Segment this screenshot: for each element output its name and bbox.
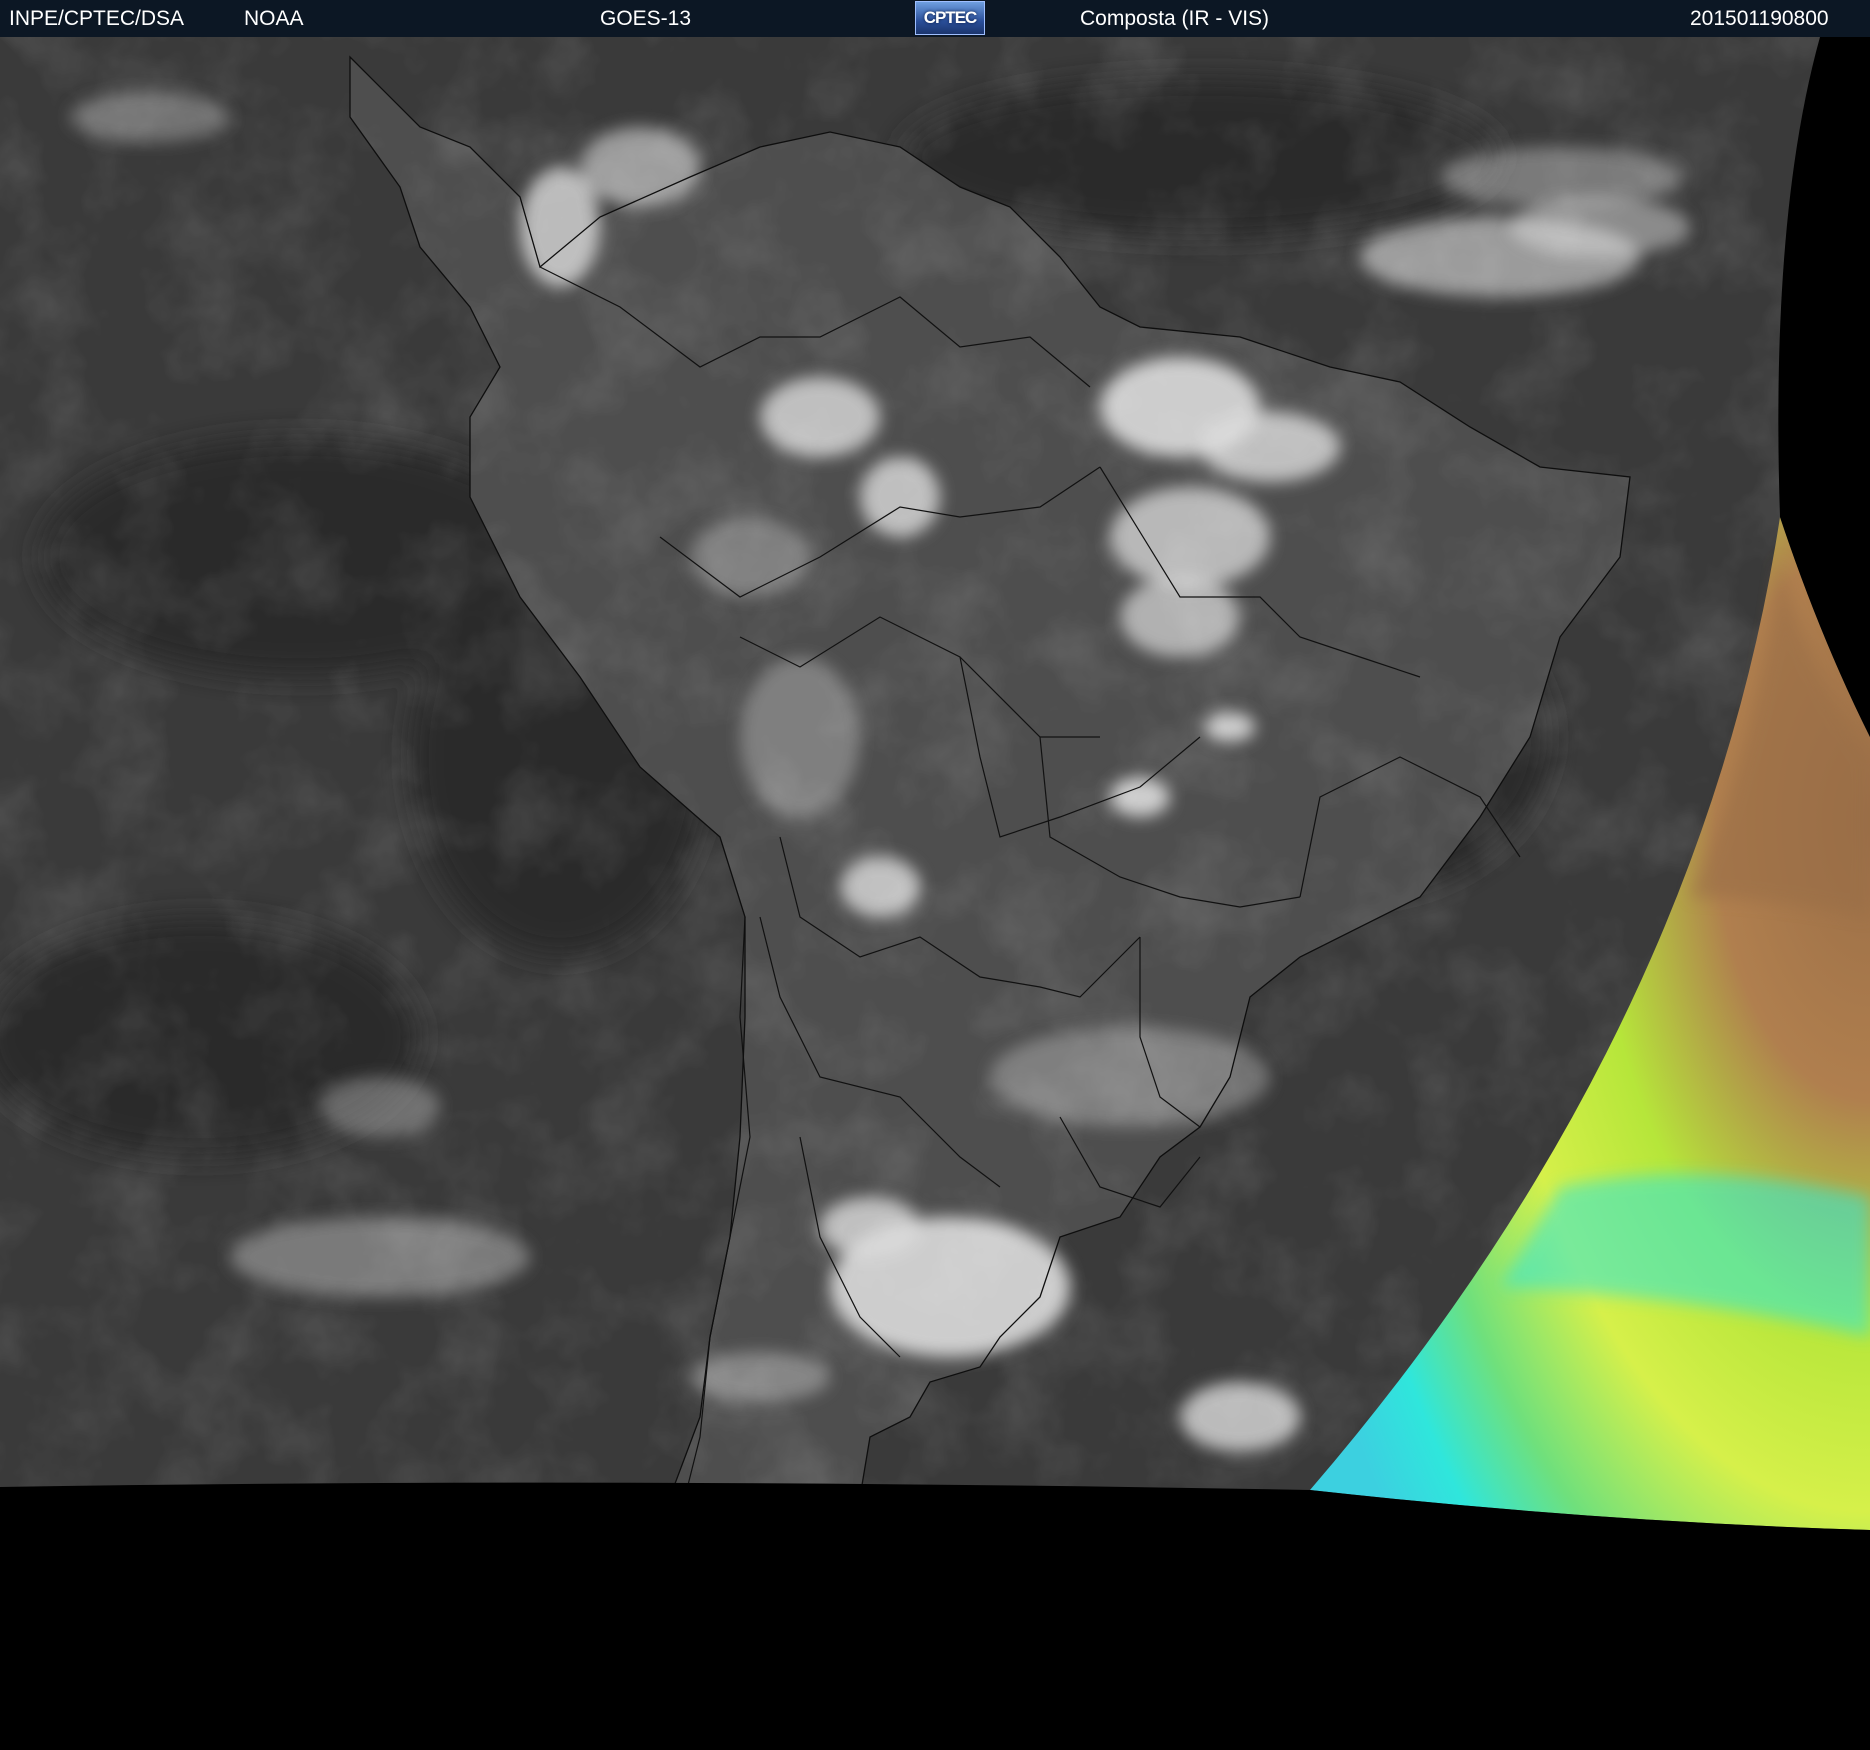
image-header-bar: INPE/CPTEC/DSA NOAA GOES-13 CPTEC Compos… [0, 0, 1870, 37]
timestamp-label: 201501190800 [1690, 7, 1829, 30]
space-bottom [0, 1482, 1870, 1750]
source-label: INPE/CPTEC/DSA [9, 7, 185, 30]
product-label: Composta (IR - VIS) [1080, 7, 1270, 30]
satellite-label: GOES-13 [600, 7, 692, 30]
satellite-composite-image [0, 37, 1870, 1750]
cptec-logo-icon: CPTEC [915, 1, 985, 35]
agency-label: NOAA [244, 7, 304, 30]
logo-text: CPTEC [923, 8, 978, 27]
